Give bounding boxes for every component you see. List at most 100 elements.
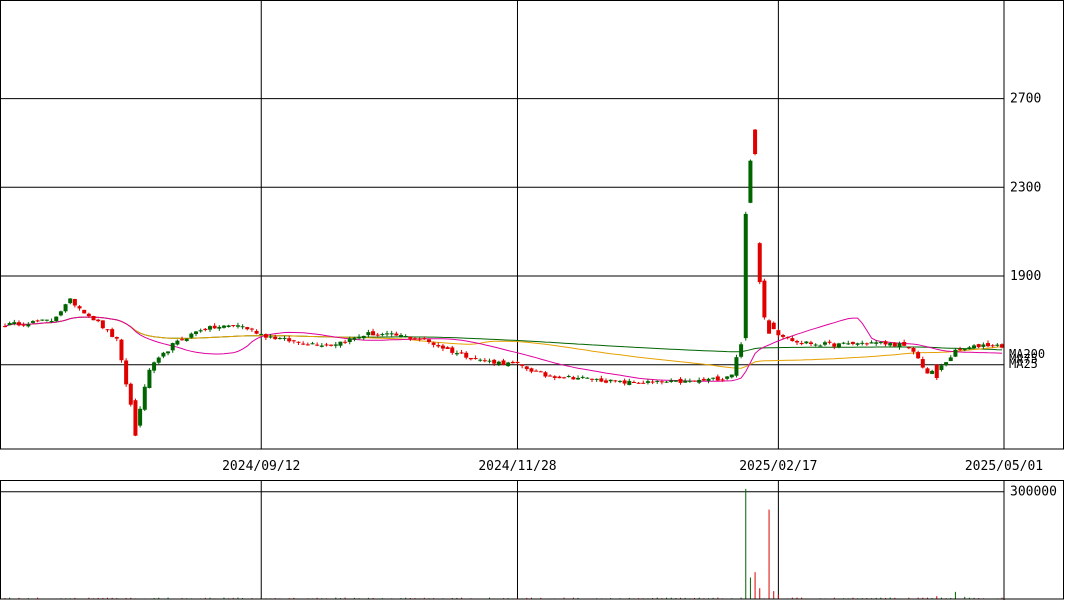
candle-body xyxy=(739,344,744,357)
candle-body xyxy=(795,341,800,343)
candle-body xyxy=(650,381,655,383)
price-grid xyxy=(1,1,1005,449)
candle-body xyxy=(231,325,236,327)
candle-body xyxy=(655,380,660,382)
candle-body xyxy=(366,332,371,336)
candle-body xyxy=(972,345,977,349)
candle-body xyxy=(874,342,879,344)
candle-body xyxy=(757,243,762,283)
candle-body xyxy=(77,306,82,309)
candle-body xyxy=(995,344,1000,346)
candle-body xyxy=(911,347,916,352)
candle-body xyxy=(30,321,35,323)
volume-panel-frame xyxy=(0,480,1064,600)
candle-body xyxy=(538,371,543,373)
candle-body xyxy=(417,338,422,340)
candle-body xyxy=(725,376,730,379)
candle-body xyxy=(72,299,77,306)
candle-body xyxy=(492,359,497,364)
candle-body xyxy=(408,336,413,339)
price-tick-labels: 1900 2300 2700 xyxy=(1010,92,1041,284)
candle-body xyxy=(515,361,520,364)
candle-body xyxy=(343,341,348,343)
candle-body xyxy=(687,380,692,382)
candle-body xyxy=(26,324,31,327)
candle-body xyxy=(934,364,939,379)
candle-body xyxy=(282,337,287,339)
candle-body xyxy=(771,322,776,330)
candle-body xyxy=(296,341,301,343)
candle-body xyxy=(813,344,818,346)
candle-body xyxy=(599,378,604,382)
candle-body xyxy=(683,380,688,383)
candle-body xyxy=(631,381,636,383)
candle-body xyxy=(664,381,669,383)
candle-body xyxy=(431,342,436,345)
candle-body xyxy=(846,343,851,345)
candle-body xyxy=(235,325,240,327)
candle-body xyxy=(641,382,646,384)
candle-body xyxy=(916,352,921,359)
candle-body xyxy=(7,323,12,326)
candle-body xyxy=(184,338,189,341)
candle-body xyxy=(105,329,110,331)
candle-body xyxy=(897,343,902,348)
candle-body xyxy=(557,376,562,379)
ma-legend: MA200MA75MA25 xyxy=(1009,347,1045,371)
candle-body xyxy=(399,335,404,337)
volume-tick-labels: 300000 xyxy=(1010,485,1057,500)
chart-frames xyxy=(0,0,1064,600)
candle-body xyxy=(673,380,678,382)
candle-body xyxy=(315,344,320,346)
candle-body xyxy=(426,339,431,343)
candle-body xyxy=(263,334,268,338)
candle-body xyxy=(189,333,194,338)
candle-body xyxy=(259,333,264,335)
candle-body xyxy=(711,377,716,379)
candle-body xyxy=(16,322,21,326)
candle-body xyxy=(352,337,357,340)
candle-body xyxy=(207,326,212,330)
candle-body xyxy=(878,342,883,344)
volume-tick-label: 300000 xyxy=(1010,485,1057,500)
volume-grid xyxy=(1,481,1005,599)
candle-body xyxy=(380,334,385,336)
candle-body xyxy=(128,383,133,405)
candle-body xyxy=(482,360,487,362)
candle-body xyxy=(100,320,105,329)
candle-body xyxy=(371,331,376,336)
candle-body xyxy=(198,330,203,332)
candle-body xyxy=(645,381,650,383)
ma-legend-label: MA25 xyxy=(1009,357,1038,371)
candle-body xyxy=(156,357,161,363)
candle-body xyxy=(1000,344,1004,348)
candle-body xyxy=(986,343,991,347)
candle-body xyxy=(385,333,390,335)
candle-body xyxy=(96,319,101,322)
candle-body xyxy=(892,342,897,347)
candle-body xyxy=(450,347,455,353)
candle-body xyxy=(35,320,40,322)
candle-body xyxy=(869,342,874,344)
candle-body xyxy=(249,328,254,330)
candle-body xyxy=(440,345,445,349)
candle-body xyxy=(948,357,953,362)
candle-body xyxy=(54,316,59,322)
candle-body xyxy=(273,336,278,340)
candle-body xyxy=(277,338,282,340)
candle-body xyxy=(706,378,711,381)
date-label: 2024/09/12 xyxy=(222,459,300,474)
candle-body xyxy=(627,380,632,385)
candle-body xyxy=(333,344,338,346)
price-tick-label: 2700 xyxy=(1010,92,1041,107)
candle-body xyxy=(678,378,683,383)
candle-body xyxy=(692,380,697,382)
candle-body xyxy=(361,335,366,339)
candle-body xyxy=(585,377,590,379)
candle-body xyxy=(180,339,185,341)
candle-body xyxy=(310,343,315,345)
candle-body xyxy=(68,298,73,304)
candle-body xyxy=(422,338,427,340)
candle-body xyxy=(436,345,441,347)
candle-body xyxy=(767,320,772,334)
